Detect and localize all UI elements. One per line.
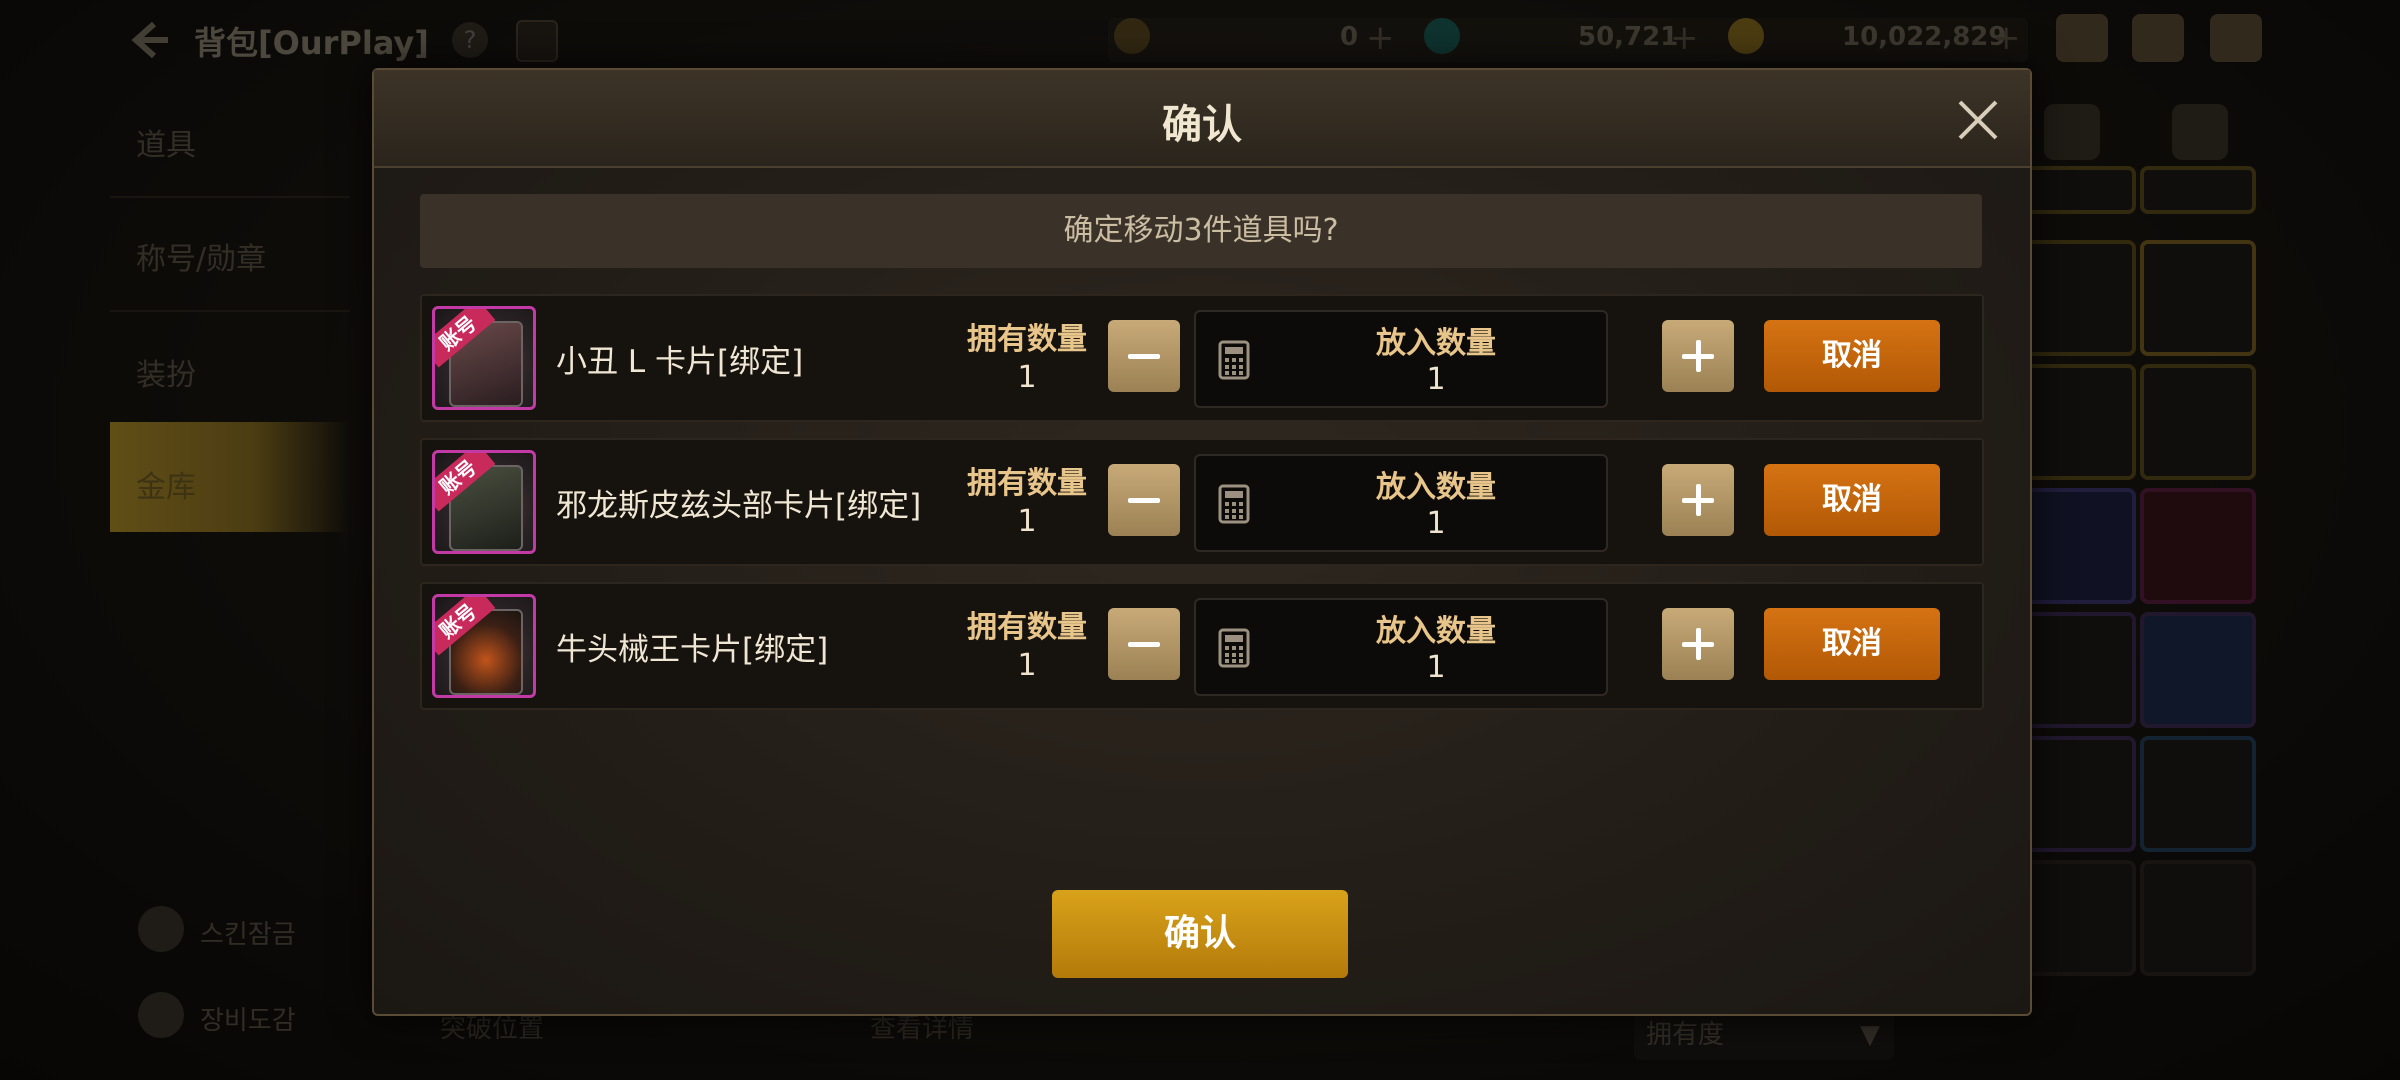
owned-quantity-label: 拥有数量 xyxy=(967,322,1087,357)
confirm-message: 确定移动3件道具吗? xyxy=(420,194,1982,268)
card-item-icon: 账号 xyxy=(432,306,536,410)
decrease-button[interactable] xyxy=(1108,320,1180,392)
item-row: 账号 牛头械王卡片[绑定] 拥有数量 1 放入数量 1 取消 xyxy=(420,582,1984,710)
dialog-title: 确认 xyxy=(1162,102,1242,148)
cancel-button[interactable]: 取消 xyxy=(1764,464,1940,536)
cancel-button[interactable]: 取消 xyxy=(1764,320,1940,392)
put-quantity-label: 放入数量 xyxy=(1376,614,1496,649)
item-name: 邪龙斯皮兹头部卡片[绑定] xyxy=(556,488,922,524)
increase-button[interactable] xyxy=(1662,320,1734,392)
item-row: 账号 小丑 L 卡片[绑定] 拥有数量 1 放入数量 1 取消 xyxy=(420,294,1984,422)
cancel-button[interactable]: 取消 xyxy=(1764,608,1940,680)
put-quantity-field[interactable]: 放入数量 1 xyxy=(1194,454,1608,552)
card-item-icon: 账号 xyxy=(432,594,536,698)
increase-button[interactable] xyxy=(1662,464,1734,536)
put-quantity-field[interactable]: 放入数量 1 xyxy=(1194,598,1608,696)
increase-button[interactable] xyxy=(1662,608,1734,680)
put-quantity-label: 放入数量 xyxy=(1376,470,1496,505)
put-quantity-label: 放入数量 xyxy=(1376,326,1496,361)
put-quantity-field[interactable]: 放入数量 1 xyxy=(1194,310,1608,408)
item-name: 牛头械王卡片[绑定] xyxy=(556,632,829,668)
item-name: 小丑 L 卡片[绑定] xyxy=(556,344,804,380)
put-quantity-value: 1 xyxy=(1426,506,1446,541)
owned-quantity-value: 1 xyxy=(1017,504,1037,539)
owned-quantity-label: 拥有数量 xyxy=(967,610,1087,645)
calculator-icon[interactable] xyxy=(1218,484,1250,524)
calculator-icon[interactable] xyxy=(1218,340,1250,380)
item-row: 账号 邪龙斯皮兹头部卡片[绑定] 拥有数量 1 放入数量 1 取消 xyxy=(420,438,1984,566)
put-quantity-value: 1 xyxy=(1426,650,1446,685)
confirm-button[interactable]: 确认 xyxy=(1052,890,1348,978)
dialog-header: 确认 xyxy=(374,70,2030,168)
confirm-dialog: 确认 确定移动3件道具吗? 账号 小丑 L 卡片[绑定] 拥有数量 1 放入数量… xyxy=(372,68,2032,1016)
owned-quantity-value: 1 xyxy=(1017,360,1037,395)
put-quantity-value: 1 xyxy=(1426,362,1446,397)
owned-quantity-label: 拥有数量 xyxy=(967,466,1087,501)
close-icon[interactable] xyxy=(1952,94,2004,146)
decrease-button[interactable] xyxy=(1108,464,1180,536)
decrease-button[interactable] xyxy=(1108,608,1180,680)
card-item-icon: 账号 xyxy=(432,450,536,554)
owned-quantity-value: 1 xyxy=(1017,648,1037,683)
calculator-icon[interactable] xyxy=(1218,628,1250,668)
